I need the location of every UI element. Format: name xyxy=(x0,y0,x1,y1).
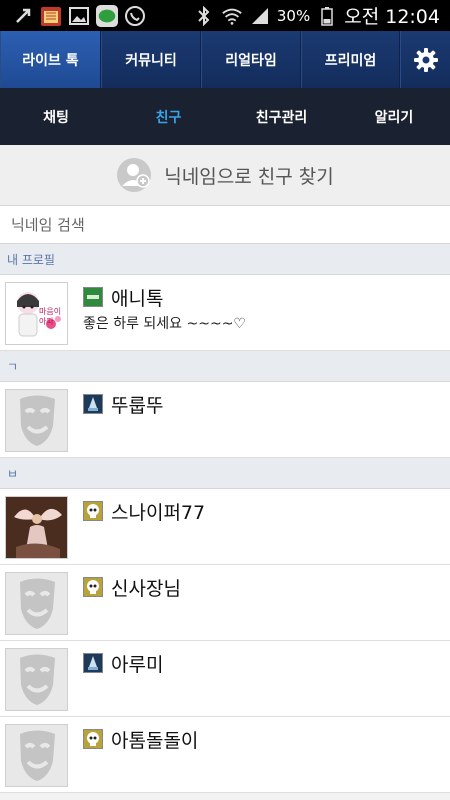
nickname: 애니톡 xyxy=(111,288,164,310)
skull-level-icon xyxy=(83,577,103,597)
list-item-friend[interactable]: 스나이퍼77 xyxy=(0,489,450,565)
messenger-icon xyxy=(96,4,118,27)
list-item-friend[interactable]: 아톰돌돌이 xyxy=(0,717,450,793)
add-user-icon xyxy=(117,158,152,192)
status-message: 좋은 하루 되세요 ~~~~♡ xyxy=(83,316,246,332)
calendar-icon xyxy=(40,5,62,27)
sub-nav: 채팅 친구 친구관리 알리기 xyxy=(0,88,450,145)
avatar: 마음이 아파 xyxy=(5,282,68,345)
tab-premium[interactable]: 프리미엄 xyxy=(301,31,400,88)
call-icon xyxy=(124,5,146,27)
search-bar xyxy=(0,206,450,244)
svg-text:아파: 아파 xyxy=(39,316,54,326)
tab-live-talk[interactable]: 라이브 톡 xyxy=(0,31,101,88)
find-friend-label: 닉네임으로 친구 찾기 xyxy=(164,165,334,188)
green-level-icon xyxy=(83,287,103,307)
mask-icon xyxy=(20,578,55,629)
nickname: 스나이퍼77 xyxy=(111,502,206,524)
nickname: 신사장님 xyxy=(111,578,181,600)
tab-friend-management[interactable]: 친구관리 xyxy=(225,88,338,145)
avatar xyxy=(5,496,68,559)
skull-level-icon xyxy=(83,729,103,749)
mask-icon xyxy=(20,395,55,446)
signal-icon xyxy=(249,5,271,27)
tab-friends[interactable]: 친구 xyxy=(112,88,225,145)
mask-icon xyxy=(20,654,55,705)
section-header: ㅂ xyxy=(0,458,450,489)
gallery-icon xyxy=(68,5,90,27)
bluetooth-icon xyxy=(193,5,215,27)
list-item-my-profile[interactable]: 마음이 아파 애니톡 좋은 하루 되세요 ~~~~♡ xyxy=(0,275,450,351)
list-item-friend[interactable]: 아루미 xyxy=(0,641,450,717)
battery-icon xyxy=(316,5,338,27)
blue-level-icon xyxy=(83,653,103,673)
gear-icon xyxy=(413,47,438,72)
top-nav: 라이브 톡 커뮤니티 리얼타임 프리미엄 xyxy=(0,31,450,88)
svg-text:마음이: 마음이 xyxy=(39,306,61,316)
battery-percent: 30% xyxy=(276,6,311,25)
friend-list: 내 프로필 마음이 아파 애니톡 좋은 하루 되세요 ~~~~♡ ㄱ 뚜룹뚜 ㅂ… xyxy=(0,244,450,793)
section-header: 내 프로필 xyxy=(0,244,450,275)
default-avatar xyxy=(5,389,68,452)
nickname: 뚜룹뚜 xyxy=(111,395,164,417)
find-friend-button[interactable]: 닉네임으로 친구 찾기 xyxy=(0,145,450,206)
section-header: ㄱ xyxy=(0,351,450,382)
mask-icon xyxy=(20,730,55,781)
status-bar: 30% 오전 12:04 xyxy=(0,0,450,31)
wifi-icon xyxy=(221,5,243,27)
skull-level-icon xyxy=(83,501,103,521)
tab-chat[interactable]: 채팅 xyxy=(0,88,112,145)
default-avatar xyxy=(5,648,68,711)
nickname: 아루미 xyxy=(111,654,164,676)
list-item-friend[interactable]: 뚜룹뚜 xyxy=(0,382,450,458)
usb-icon xyxy=(12,5,34,27)
default-avatar xyxy=(5,724,68,787)
nickname: 아톰돌돌이 xyxy=(111,730,199,752)
list-item-friend[interactable]: 신사장님 xyxy=(0,565,450,641)
tab-community[interactable]: 커뮤니티 xyxy=(101,31,201,88)
nickname-search-input[interactable] xyxy=(0,206,450,243)
default-avatar xyxy=(5,572,68,635)
blue-level-icon xyxy=(83,394,103,414)
tab-realtime[interactable]: 리얼타임 xyxy=(201,31,301,88)
tab-notify[interactable]: 알리기 xyxy=(338,88,450,145)
settings-button[interactable] xyxy=(400,31,450,88)
clock: 오전 12:04 xyxy=(344,6,440,28)
